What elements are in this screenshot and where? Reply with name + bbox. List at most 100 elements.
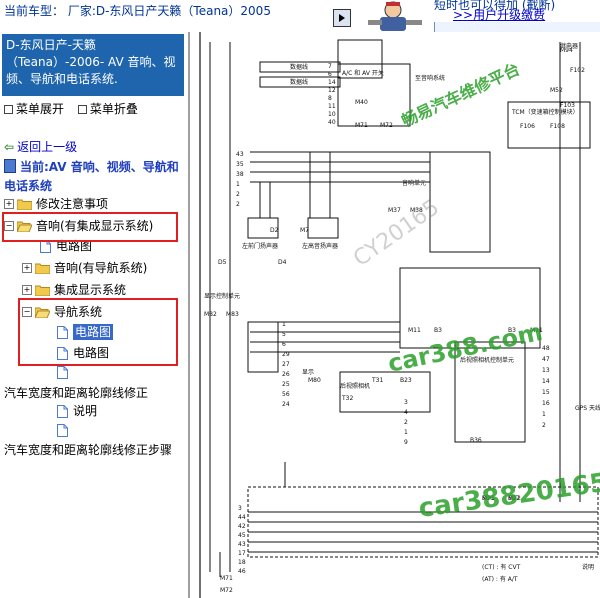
wiring-diagram: 数据线 数据线 A/C 和 AV 开关 至音响系统 TCM（变速箱控制模块） 继… bbox=[190, 32, 600, 598]
expand-icon bbox=[4, 105, 13, 114]
upgrade-link[interactable]: >>用户升级缴费 bbox=[453, 6, 545, 23]
connector-label: B3 bbox=[434, 327, 442, 334]
tree-item-blank[interactable] bbox=[57, 366, 73, 379]
pin-number: 44 bbox=[238, 514, 246, 521]
document-icon bbox=[57, 424, 68, 437]
collapse-label: 菜单折叠 bbox=[89, 102, 138, 116]
tree-item-integrated-display[interactable]: + 集成显示系统 bbox=[22, 282, 126, 298]
rear-camera-label: 后视照相机 bbox=[340, 382, 370, 390]
pin-number: 13 bbox=[542, 367, 550, 374]
forward-button[interactable] bbox=[333, 9, 351, 27]
pin-number: 4 bbox=[404, 409, 408, 416]
tree-item-label: 集成显示系统 bbox=[54, 283, 127, 297]
connector-label: M80 bbox=[308, 377, 321, 384]
audio-unit-label: 音响单元 bbox=[402, 179, 426, 187]
connector-label: M71 bbox=[220, 575, 233, 582]
pin-number: 2 bbox=[236, 201, 240, 208]
connector-label: B23 bbox=[400, 377, 412, 384]
pin-number: 48 bbox=[542, 345, 550, 352]
pin-number: 2 bbox=[236, 191, 240, 198]
watermark: car388201650 bbox=[417, 465, 600, 524]
expand-label: 菜单展开 bbox=[16, 102, 65, 116]
sidebar: D-东风日产-天籁（Teana）-2006- AV 音响、视频、导航和电话系统.… bbox=[0, 32, 190, 598]
pin-number: 14 bbox=[542, 378, 550, 385]
sidebar-title: D-东风日产-天籁（Teana）-2006- AV 音响、视频、导航和电话系统. bbox=[2, 34, 184, 96]
mechanic-logo-icon bbox=[360, 0, 430, 32]
document-icon bbox=[57, 404, 68, 418]
pin-number: 9 bbox=[404, 439, 408, 446]
pin-number: 42 bbox=[238, 523, 246, 530]
pin-number: 12 bbox=[328, 87, 336, 94]
tree-item-label: 修改注意事项 bbox=[36, 197, 109, 211]
expand-toggle-icon[interactable]: + bbox=[22, 285, 32, 295]
collapse-menu-button[interactable]: 菜单折叠 bbox=[77, 100, 138, 117]
collapse-icon bbox=[77, 105, 87, 114]
display-label: 显示 bbox=[302, 369, 314, 376]
connector-label: M40 bbox=[355, 99, 368, 106]
wiring-diagram-canvas: 数据线 数据线 A/C 和 AV 开关 至音响系统 TCM（变速箱控制模块） 继… bbox=[199, 32, 600, 598]
connector-label: F106 bbox=[520, 123, 535, 130]
tcm-label: TCM（变速箱控制模块） bbox=[511, 108, 579, 116]
tree-item-correction-steps[interactable]: 汽车宽度和距离轮廓线修正步骤 bbox=[4, 442, 172, 458]
connector-label: F102 bbox=[570, 67, 585, 74]
pin-number: 2 bbox=[404, 419, 408, 426]
av-switch-label: A/C 和 AV 开关 bbox=[342, 69, 384, 77]
connector-label: M83 bbox=[226, 311, 239, 318]
pin-number: 1 bbox=[542, 411, 546, 418]
tree-item-width-correction[interactable]: 汽车宽度和距离轮廓线修正 bbox=[4, 385, 148, 401]
pin-number: 16 bbox=[542, 400, 550, 407]
pin-number: 35 bbox=[236, 161, 244, 168]
expand-toggle-icon[interactable]: + bbox=[22, 263, 32, 273]
connector-label: M52 bbox=[550, 87, 563, 94]
watermark: 畅易汽车维修平台 bbox=[399, 59, 523, 130]
connector-label: M37 bbox=[388, 207, 401, 214]
tree-item-label: 说明 bbox=[73, 404, 98, 418]
data-line-label: 数据线 bbox=[290, 78, 308, 86]
pin-number: 18 bbox=[238, 559, 246, 566]
expand-menu-button[interactable]: 菜单展开 bbox=[4, 100, 64, 117]
highlight-box bbox=[2, 212, 178, 242]
pin-number: 29 bbox=[282, 351, 290, 358]
legend-at: (AT) : 有 A/T bbox=[482, 575, 518, 583]
top-bar: 当前车型： 厂家:D-东风日产天籁（Teana）2005 短时也可以得加 (截断… bbox=[0, 0, 600, 33]
pin-number: 3 bbox=[238, 505, 242, 512]
connector-label: M71 bbox=[355, 122, 368, 129]
tree-item-label: 汽车宽度和距离轮廓线修正 bbox=[4, 386, 149, 400]
pin-number: 1 bbox=[282, 321, 286, 328]
pin-number: 26 bbox=[282, 371, 290, 378]
pin-number: 45 bbox=[238, 532, 246, 539]
connector-label: B36 bbox=[470, 437, 482, 444]
pin-number: 24 bbox=[282, 401, 290, 408]
expand-toggle-icon[interactable]: + bbox=[4, 199, 14, 209]
tree-item-doc-blank[interactable] bbox=[57, 424, 73, 437]
tree-item-label: 音响(有导航系统) bbox=[54, 261, 148, 275]
pin-number: 15 bbox=[542, 389, 550, 396]
connector-label: M11 bbox=[408, 327, 421, 334]
connector-label: M72 bbox=[380, 122, 393, 129]
connector-label: M94 bbox=[560, 47, 573, 54]
connector-label: D5 bbox=[218, 259, 227, 266]
tree-item-notes[interactable]: + 修改注意事项 bbox=[4, 196, 108, 212]
folder-icon bbox=[35, 285, 50, 296]
pin-number: 3 bbox=[404, 399, 408, 406]
pin-number: 25 bbox=[282, 381, 290, 388]
pin-number: 43 bbox=[236, 151, 244, 158]
pin-number: 47 bbox=[542, 356, 550, 363]
pin-number: 1 bbox=[236, 181, 240, 188]
folder-icon bbox=[35, 263, 50, 274]
pin-number: 6 bbox=[282, 341, 286, 348]
current-label: 当前:AV 音响、视频、导航和电话系统 bbox=[4, 160, 179, 193]
connector-label: M82 bbox=[204, 311, 217, 318]
tree-item-description[interactable]: 说明 bbox=[57, 403, 97, 419]
connector-label: F108 bbox=[550, 123, 565, 130]
pin-number: 6 bbox=[328, 71, 332, 78]
legend-cvt: (CT) : 有 CVT bbox=[482, 563, 521, 571]
pin-number: 27 bbox=[282, 361, 290, 368]
left-door-speaker-label: 左前门扬声器 bbox=[242, 242, 278, 250]
document-icon bbox=[57, 366, 68, 379]
vehicle-label: 当前车型： 厂家:D-东风日产天籁（Teana）2005 bbox=[4, 4, 271, 18]
tree-item-audio-navigation[interactable]: + 音响(有导航系统) bbox=[22, 260, 147, 276]
current-location: 当前:AV 音响、视频、导航和电话系统 bbox=[4, 158, 188, 196]
back-link[interactable]: ⇦ 返回上一级 bbox=[4, 138, 77, 155]
pin-number: 11 bbox=[328, 103, 336, 110]
